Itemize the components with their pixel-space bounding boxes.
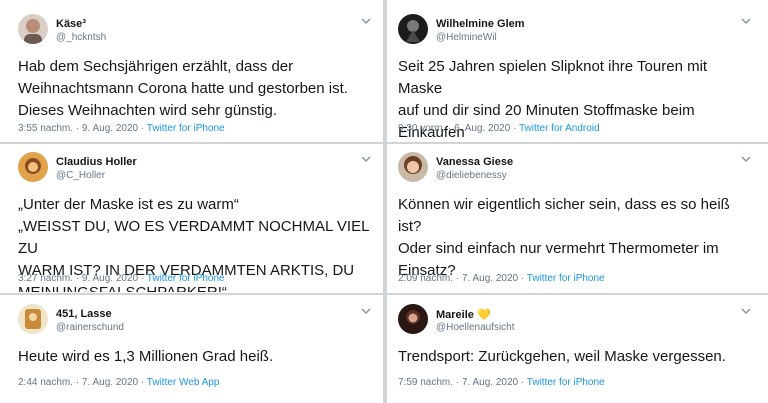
tweet-card[interactable]: Claudius Holler @C_Holler „Unter der Mas… [8,144,382,292]
tweet-meta: 2:09 nachm. · 7. Aug. 2020 · Twitter for… [398,273,605,284]
tweet-grid: Käse³ @_hckntsh Hab dem Sechsjährigen er… [0,0,768,403]
chevron-down-icon[interactable] [360,153,372,165]
tweet-text: Heute wird es 1,3 Millionen Grad heiß. [18,348,274,365]
tweet-card[interactable]: 451, Lasse @rainerschund Heute wird es 1… [8,296,382,396]
user-handle[interactable]: @C_Holler [56,170,105,181]
tweet-source-link[interactable]: Twitter Web App [147,377,220,388]
user-handle[interactable]: @Hoellenaufsicht [436,322,515,333]
user-handle[interactable]: @HelmineWil [436,32,497,43]
column-divider [383,0,387,403]
avatar[interactable] [18,304,48,334]
tweet-meta: 3:27 nachm. · 9. Aug. 2020 · Twitter for… [18,273,225,284]
tweet-source-link[interactable]: Twitter for Android [519,123,600,134]
tweet-card[interactable]: Käse³ @_hckntsh Hab dem Sechsjährigen er… [8,6,382,142]
chevron-down-icon[interactable] [740,15,752,27]
display-name[interactable]: 451, Lasse [56,308,112,320]
tweet-meta: 9:30 vorm. · 6. Aug. 2020 · Twitter for … [398,123,600,134]
avatar[interactable] [18,14,48,44]
tweet-timestamp[interactable]: 9:30 vorm. · 6. Aug. 2020 · [398,123,519,134]
user-handle[interactable]: @rainerschund [56,322,124,333]
tweet-source-link[interactable]: Twitter for iPhone [527,377,605,388]
tweet-card[interactable]: Wilhelmine Glem @HelmineWil Seit 25 Jahr… [388,6,762,142]
chevron-down-icon[interactable] [740,153,752,165]
tweet-timestamp[interactable]: 3:27 nachm. · 9. Aug. 2020 · [18,273,147,284]
display-name[interactable]: Vanessa Giese [436,156,513,168]
tweet-source-link[interactable]: Twitter for iPhone [147,273,225,284]
display-name[interactable]: Mareile 💛 [436,308,491,321]
avatar[interactable] [398,152,428,182]
display-name[interactable]: Wilhelmine Glem [436,18,525,30]
avatar[interactable] [18,152,48,182]
user-handle[interactable]: @_hckntsh [56,32,106,43]
tweet-meta: 3:55 nachm. · 9. Aug. 2020 · Twitter for… [18,123,225,134]
tweet-text: Hab dem Sechsjährigen erzählt, dass der … [18,58,348,119]
avatar[interactable] [398,304,428,334]
tweet-timestamp[interactable]: 3:55 nachm. · 9. Aug. 2020 · [18,123,147,134]
user-handle[interactable]: @dieliebenessy [436,170,507,181]
display-name[interactable]: Käse³ [56,18,86,30]
tweet-source-link[interactable]: Twitter for iPhone [527,273,605,284]
display-name[interactable]: Claudius Holler [56,156,137,168]
tweet-meta: 2:44 nachm. · 7. Aug. 2020 · Twitter Web… [18,377,219,388]
chevron-down-icon[interactable] [360,305,372,317]
tweet-timestamp[interactable]: 2:09 nachm. · 7. Aug. 2020 · [398,273,527,284]
tweet-meta: 7:59 nachm. · 7. Aug. 2020 · Twitter for… [398,377,605,388]
tweet-text: Können wir eigentlich sicher sein, dass … [398,196,730,279]
tweet-text: Trendsport: Zurückgehen, weil Maske verg… [398,348,726,365]
tweet-card[interactable]: Vanessa Giese @dieliebenessy Können wir … [388,144,762,292]
chevron-down-icon[interactable] [360,15,372,27]
avatar[interactable] [398,14,428,44]
tweet-timestamp[interactable]: 7:59 nachm. · 7. Aug. 2020 · [398,377,527,388]
tweet-card[interactable]: Mareile 💛 @Hoellenaufsicht Trendsport: Z… [388,296,762,396]
chevron-down-icon[interactable] [740,305,752,317]
tweet-timestamp[interactable]: 2:44 nachm. · 7. Aug. 2020 · [18,377,147,388]
tweet-source-link[interactable]: Twitter for iPhone [147,123,225,134]
